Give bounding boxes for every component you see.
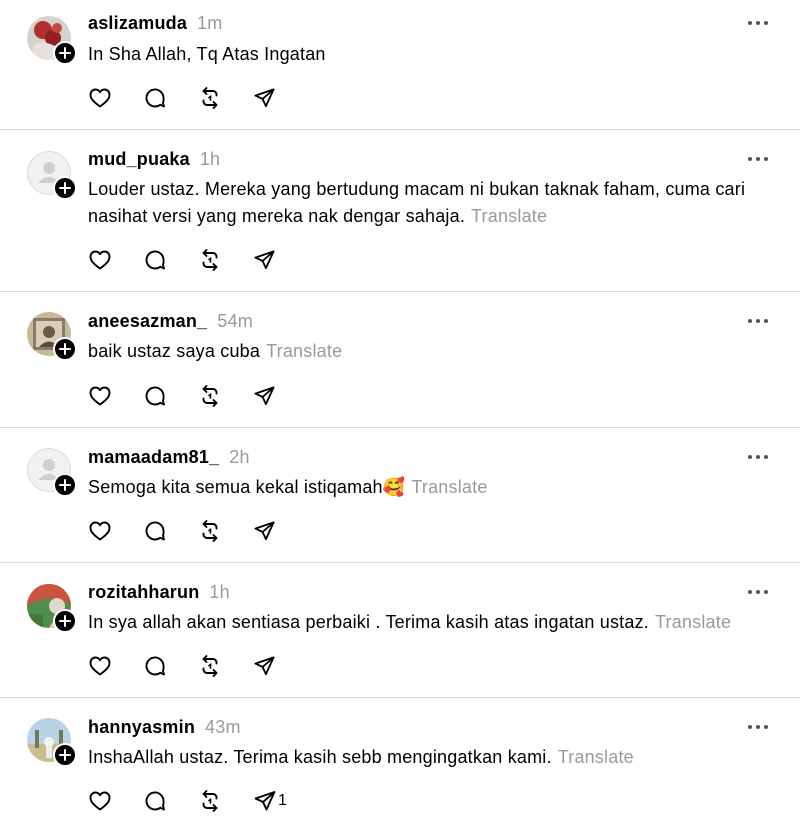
post: aneesazman_ 54m baik ustaz saya cuba Trans… [0,292,800,428]
post-text: In sya allah akan sentiasa perbaiki . Te… [88,612,649,632]
send-icon[interactable]: 1 [253,789,293,813]
post-body: InshaAllah ustaz. Terima kasih sebb meng… [88,744,778,771]
post: rozitahharun 1h In sya allah akan sentias… [0,563,800,698]
post-header: aneesazman_ 54m [88,311,253,332]
translate-link[interactable]: Translate [655,612,731,632]
action-bar: 1 [88,789,324,813]
post-body: Semoga kita semua kekal istiqamah🥰 Transl… [88,474,778,501]
timestamp: 1m [197,13,223,33]
more-icon[interactable] [748,723,768,731]
timestamp: 54m [217,311,253,331]
post-text: InshaAllah ustaz. Terima kasih sebb meng… [88,747,552,767]
username[interactable]: hannyasmin [88,717,195,737]
post-body: baik ustaz saya cuba Translate [88,338,778,365]
translate-link[interactable]: Translate [471,206,547,226]
repost-icon[interactable] [198,384,222,408]
comment-icon[interactable] [143,789,167,813]
more-icon[interactable] [748,317,768,325]
action-bar [88,654,308,678]
more-icon[interactable] [748,588,768,596]
repost-icon[interactable] [198,248,222,272]
follow-plus-icon[interactable] [53,473,77,497]
action-bar [88,384,308,408]
username[interactable]: aneesazman_ [88,311,207,331]
post-body: Louder ustaz. Mereka yang bertudung maca… [88,176,778,230]
username[interactable]: rozitahharun [88,582,199,602]
follow-plus-icon[interactable] [53,41,77,65]
post-header: mud_puaka 1h [88,149,220,170]
send-icon[interactable] [253,519,277,543]
follow-plus-icon[interactable] [53,337,77,361]
comment-icon[interactable] [143,248,167,272]
timestamp: 1h [209,582,230,602]
follow-plus-icon[interactable] [53,176,77,200]
comment-icon[interactable] [143,519,167,543]
comment-icon[interactable] [143,86,167,110]
share-count: 1 [278,792,287,809]
post-header: mamaadam81_ 2h [88,447,250,468]
username[interactable]: aslizamuda [88,13,187,33]
timestamp: 1h [199,149,221,169]
timestamp: 2h [229,447,250,467]
translate-link[interactable]: Translate [411,477,487,497]
heart-icon[interactable] [88,248,112,272]
post-text: In Sha Allah, Tq Atas Ingatan [88,44,326,64]
repost-icon[interactable] [198,519,222,543]
username[interactable]: mud_puaka [88,149,190,169]
post-body: In sya allah akan sentiasa perbaiki . Te… [88,609,778,636]
comment-icon[interactable] [143,654,167,678]
send-icon[interactable] [253,654,277,678]
username[interactable]: mamaadam81_ [88,447,219,467]
action-bar [88,248,308,272]
post-text: Louder ustaz. Mereka yang bertudung maca… [88,179,746,226]
translate-link[interactable]: Translate [558,747,634,767]
heart-icon[interactable] [88,384,112,408]
post-text: baik ustaz saya cuba [88,341,261,361]
action-bar [88,519,308,543]
post-text: Semoga kita semua kekal istiqamah🥰 [88,477,406,497]
post-header: hannyasmin 43m [88,717,241,738]
post: mamaadam81_ 2h Semoga kita semua kekal is… [0,428,800,563]
post: mud_puaka 1h Louder ustaz. Mereka yang be… [0,130,800,292]
heart-icon[interactable] [88,654,112,678]
comment-icon[interactable] [143,384,167,408]
repost-icon[interactable] [198,86,222,110]
repost-icon[interactable] [198,654,222,678]
timestamp: 43m [205,717,241,737]
more-icon[interactable] [748,19,768,27]
more-icon[interactable] [748,155,768,163]
post: aslizamuda 1m In Sha Allah, Tq Atas Ingat… [0,0,800,130]
follow-plus-icon[interactable] [53,743,77,767]
send-icon[interactable] [253,248,277,272]
translate-link[interactable]: Translate [266,341,342,361]
post: hannyasmin 43m InshaAllah ustaz. Terima k… [0,698,800,819]
send-icon[interactable] [253,384,277,408]
more-icon[interactable] [748,453,768,461]
send-icon[interactable] [253,86,277,110]
repost-icon[interactable] [198,789,222,813]
follow-plus-icon[interactable] [53,609,77,633]
post-header: rozitahharun 1h [88,582,230,603]
post-header: aslizamuda 1m [88,13,222,34]
heart-icon[interactable] [88,789,112,813]
post-body: In Sha Allah, Tq Atas Ingatan [88,41,778,68]
heart-icon[interactable] [88,519,112,543]
action-bar [88,86,308,110]
heart-icon[interactable] [88,86,112,110]
